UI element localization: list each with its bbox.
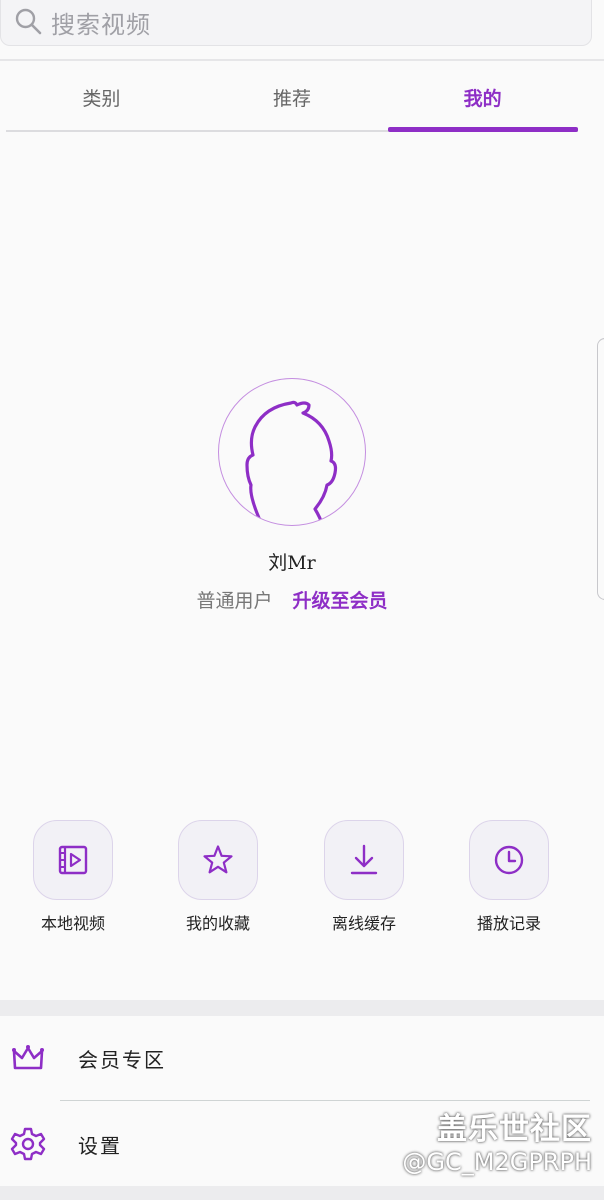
watermark-handle: @GC_M2GPRPH (402, 1148, 592, 1176)
user-status: 普通用户 升级至会员 (0, 586, 584, 613)
play-history-label: 播放记录 (476, 914, 541, 933)
search-bar[interactable]: 搜索视频 (0, 0, 592, 46)
menu-item-membership-label: 会员专区 (78, 1047, 166, 1072)
menu-divider (60, 1100, 590, 1101)
search-icon (13, 6, 43, 40)
tab-mine[interactable]: 我的 (387, 62, 578, 132)
favorites-label: 我的收藏 (185, 914, 250, 933)
user-silhouette-icon (245, 400, 338, 525)
upgrade-membership-link[interactable]: 升级至会员 (293, 586, 388, 613)
search-placeholder: 搜索视频 (51, 11, 151, 39)
page: 搜索视频 类别 推荐 我的 刘Mr 普通用户 升级至会员 本地视频 我的收藏 离… (0, 0, 604, 1200)
clock-icon (494, 845, 524, 875)
tab-category[interactable]: 类别 (6, 62, 197, 132)
offline-cache-tile (324, 820, 404, 900)
tab-active-indicator (388, 127, 578, 132)
local-video-tile (33, 820, 113, 900)
quick-actions: 本地视频 我的收藏 离线缓存 播放记录 (0, 820, 584, 940)
offline-cache-label: 离线缓存 (331, 914, 396, 933)
play-history-button[interactable]: 播放记录 (434, 820, 584, 934)
username: 刘Mr (268, 552, 316, 574)
section-separator (0, 1000, 604, 1016)
tab-recommend[interactable]: 推荐 (197, 62, 388, 132)
star-icon (203, 845, 233, 874)
download-icon (350, 844, 378, 875)
favorites-button[interactable]: 我的收藏 (143, 820, 293, 934)
header-divider (0, 59, 604, 61)
menu-item-settings-label: 设置 (78, 1133, 122, 1158)
tab-bar: 类别 推荐 我的 (6, 62, 578, 132)
menu-item-membership[interactable]: 会员专区 (0, 1016, 604, 1101)
play-history-tile (469, 820, 549, 900)
bottom-band (0, 1186, 604, 1200)
gear-icon (10, 1127, 46, 1161)
offline-cache-button[interactable]: 离线缓存 (289, 820, 439, 934)
local-video-icon (58, 845, 88, 875)
edge-panel-handle[interactable] (597, 338, 604, 600)
local-video-label: 本地视频 (40, 914, 105, 933)
watermark-title: 盖乐世社区 (437, 1112, 592, 1147)
avatar[interactable] (218, 378, 366, 526)
favorites-tile (178, 820, 258, 900)
crown-icon (12, 1045, 44, 1070)
local-video-button[interactable]: 本地视频 (0, 820, 148, 934)
user-level-label: 普通用户 (196, 590, 273, 612)
